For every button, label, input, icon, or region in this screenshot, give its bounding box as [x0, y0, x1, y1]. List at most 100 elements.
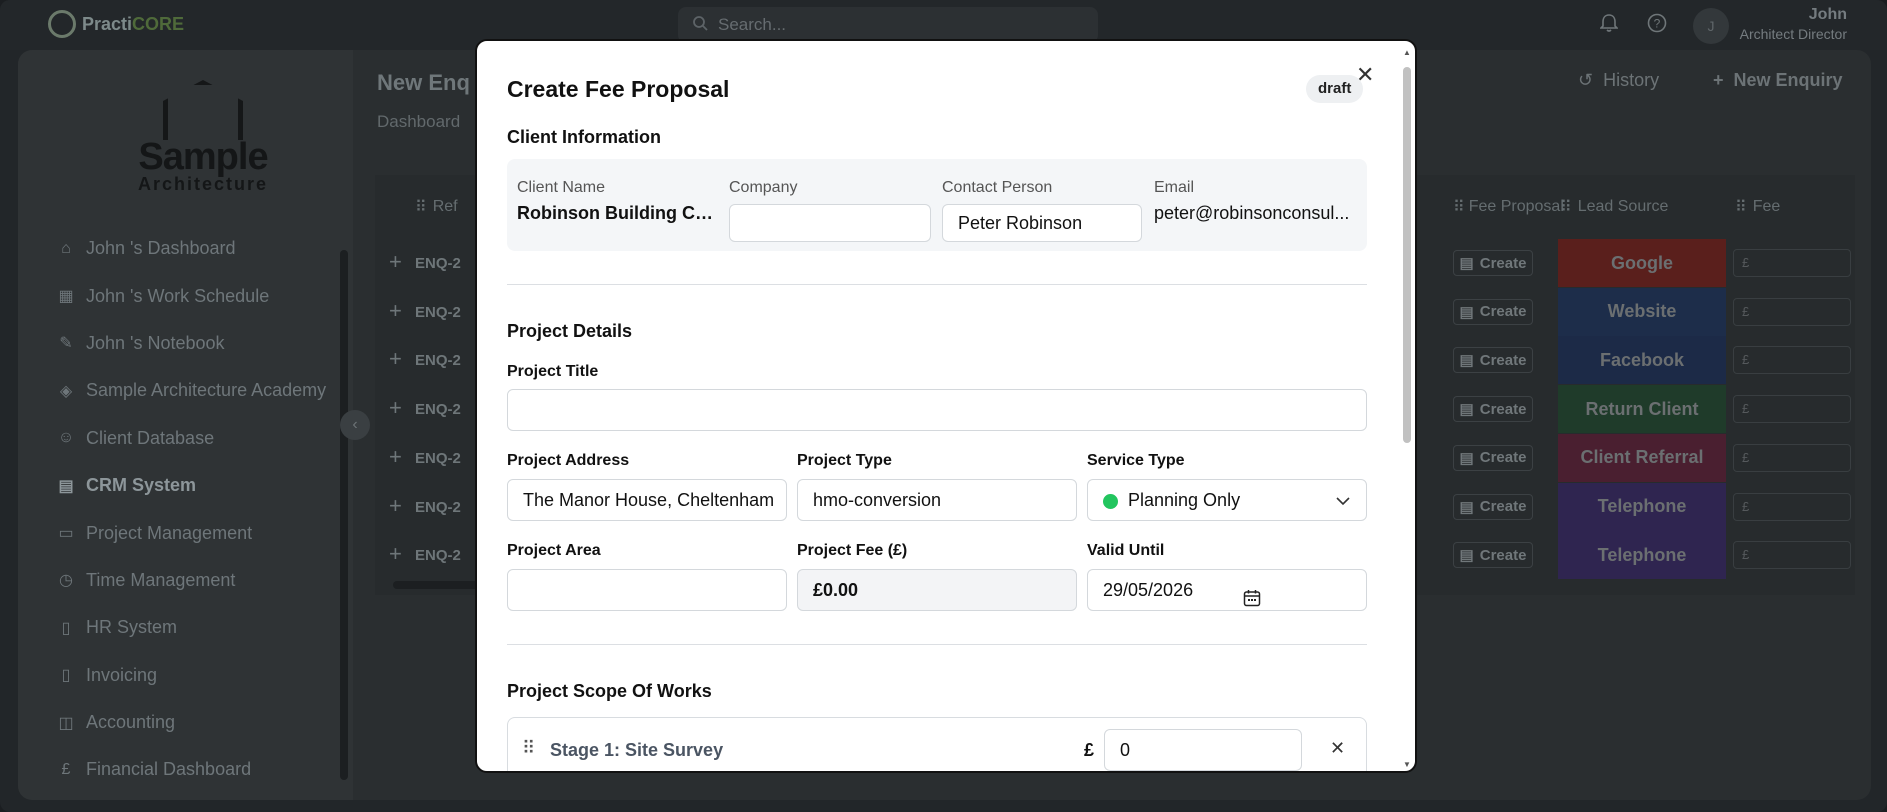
create-fee-proposal-button[interactable]: ▤ Create	[1453, 347, 1533, 374]
scroll-up-arrow-icon[interactable]: ▲	[1402, 49, 1412, 57]
status-dot-icon	[1103, 493, 1118, 509]
expand-row-plus-icon[interactable]: +	[389, 395, 402, 421]
enquiry-ref: ENQ-2	[415, 449, 461, 467]
help-icon[interactable]: ?	[1646, 13, 1668, 35]
lead-source-cell[interactable]: Website	[1558, 287, 1726, 336]
email-label: Email	[1154, 179, 1195, 196]
lead-source-cell[interactable]: Telephone	[1558, 531, 1726, 580]
lead-source-cell[interactable]: Facebook	[1558, 336, 1726, 385]
column-header-ref[interactable]: ⠿ Ref	[415, 175, 458, 239]
project-type-input[interactable]: hmo-conversion	[797, 479, 1077, 521]
create-fee-proposal-button[interactable]: ▤ Create	[1453, 298, 1533, 325]
fee-input[interactable]: £	[1733, 346, 1851, 375]
app-logo[interactable]: Practi CORE	[48, 10, 184, 38]
fee-input[interactable]: £	[1733, 395, 1851, 424]
sidebar-item-accounting[interactable]: ◫ Accounting	[38, 699, 338, 746]
sidebar-item-time-management[interactable]: ◷ Time Management	[38, 557, 338, 604]
user-info[interactable]: John Architect Director	[1740, 6, 1847, 42]
sidebar-item-project-management[interactable]: ▭ Project Management	[38, 509, 338, 556]
divider	[507, 284, 1367, 285]
sidebar-item-work-schedule[interactable]: ▦ John 's Work Schedule	[38, 272, 338, 319]
home-icon: ⌂	[61, 239, 71, 257]
sidebar-scrollbar[interactable]	[340, 240, 348, 780]
sidebar-item-academy[interactable]: ◈ Sample Architecture Academy	[38, 367, 338, 414]
users-icon: ☺	[57, 429, 75, 447]
svg-text:?: ?	[1654, 17, 1661, 31]
create-label: Create	[1479, 303, 1527, 321]
search-bar[interactable]: Search...	[678, 7, 1098, 43]
enquiry-ref: ENQ-2	[415, 303, 461, 321]
stage-amount-input[interactable]: 0	[1104, 729, 1302, 771]
fee-input[interactable]: £	[1733, 541, 1851, 570]
stage-currency-symbol: £	[1084, 740, 1095, 760]
enquiry-ref: ENQ-2	[415, 498, 461, 516]
sidebar-scroll-thumb[interactable]	[340, 250, 348, 780]
lead-source-cell[interactable]: Client Referral	[1558, 433, 1726, 482]
drag-handle-icon[interactable]: ⠿	[522, 738, 535, 759]
sidebar-item-invoicing[interactable]: ▯ Invoicing	[38, 652, 338, 699]
avatar[interactable]: J	[1693, 8, 1729, 44]
create-label: Create	[1479, 546, 1527, 564]
history-icon: ↺	[1578, 70, 1594, 90]
sidebar-item-client-database[interactable]: ☺ Client Database	[38, 415, 338, 462]
create-fee-proposal-button[interactable]: ▤ Create	[1453, 250, 1533, 276]
project-area-input[interactable]	[507, 569, 787, 611]
column-header-fee[interactable]: ⠿ Fee	[1735, 175, 1780, 239]
email-value: peter@robinsonconsul...	[1154, 203, 1350, 223]
fee-input[interactable]: £	[1733, 492, 1851, 521]
lead-source-cell[interactable]: Google	[1558, 239, 1726, 287]
scroll-down-arrow-icon[interactable]: ▼	[1402, 761, 1412, 769]
calendar-icon[interactable]	[1243, 581, 1261, 610]
modal-scrollbar[interactable]: ▲ ▼	[1402, 49, 1412, 769]
history-button[interactable]: ↺ History	[1578, 70, 1659, 91]
expand-row-plus-icon[interactable]: +	[389, 493, 402, 519]
fee-input[interactable]: £	[1733, 297, 1851, 326]
company-input[interactable]	[729, 204, 931, 242]
column-header-lead-source[interactable]: ⠿ Lead Source	[1560, 175, 1668, 239]
create-fee-proposal-button[interactable]: ▤ Create	[1453, 493, 1533, 520]
enquiry-ref: ENQ-2	[415, 401, 461, 419]
create-fee-proposal-button[interactable]: ▤ Create	[1453, 542, 1533, 569]
sidebar-item-label: HR System	[86, 617, 178, 638]
create-label: Create	[1479, 351, 1527, 369]
company-logo: Sample Architecture	[118, 80, 288, 210]
table-scroll-thumb[interactable]	[393, 581, 483, 589]
expand-row-plus-icon[interactable]: +	[389, 249, 402, 275]
column-header-fee-proposal[interactable]: ⠿ Fee Proposal	[1453, 175, 1564, 239]
remove-stage-close-icon[interactable]: ✕	[1330, 738, 1345, 759]
sidebar-item-crm-system[interactable]: ▤ CRM System	[38, 462, 338, 509]
project-address-input[interactable]: The Manor House, Cheltenham	[507, 479, 787, 521]
close-icon[interactable]: ✕	[1356, 62, 1374, 88]
sidebar-item-label: Project Management	[86, 522, 253, 543]
fee-input[interactable]: £	[1733, 249, 1851, 277]
sidebar-item-notebook[interactable]: ✎ John 's Notebook	[38, 320, 338, 367]
chevron-down-icon	[1336, 480, 1350, 520]
fee-input[interactable]: £	[1733, 443, 1851, 472]
project-area-label: Project Area	[507, 542, 601, 559]
project-title-input[interactable]	[507, 389, 1367, 431]
contact-person-input[interactable]: Peter Robinson	[942, 204, 1142, 242]
sidebar-item-dashboard[interactable]: ⌂ John 's Dashboard	[38, 225, 338, 272]
sidebar-item-label: Accounting	[86, 712, 176, 733]
bell-icon[interactable]	[1598, 13, 1620, 35]
lead-source-cell[interactable]: Return Client	[1558, 385, 1726, 434]
create-fee-proposal-button[interactable]: ▤ Create	[1453, 444, 1533, 471]
service-type-select[interactable]: Planning Only	[1087, 479, 1367, 521]
lead-source-label: Return Client	[1585, 398, 1699, 419]
sidebar-item-label: John 's Work Schedule	[86, 285, 270, 306]
create-fee-proposal-button[interactable]: ▤ Create	[1453, 396, 1533, 423]
breadcrumb[interactable]: Dashboard	[377, 112, 460, 132]
logo-icon	[48, 10, 76, 38]
expand-row-plus-icon[interactable]: +	[389, 346, 402, 372]
expand-row-plus-icon[interactable]: +	[389, 298, 402, 324]
sidebar-item-hr-system[interactable]: ▯ HR System	[38, 604, 338, 651]
valid-until-date-input[interactable]: 29/05/2026	[1087, 569, 1367, 611]
lead-source-cell[interactable]: Telephone	[1558, 482, 1726, 531]
new-enquiry-button[interactable]: + New Enquiry	[1713, 70, 1843, 91]
expand-row-plus-icon[interactable]: +	[389, 541, 402, 567]
modal-scroll-thumb[interactable]	[1403, 67, 1411, 443]
expand-row-plus-icon[interactable]: +	[389, 444, 402, 470]
sidebar-item-financial-dashboard[interactable]: £ Financial Dashboard	[38, 746, 338, 793]
search-placeholder: Search...	[718, 15, 787, 34]
service-type-label: Service Type	[1087, 452, 1185, 469]
